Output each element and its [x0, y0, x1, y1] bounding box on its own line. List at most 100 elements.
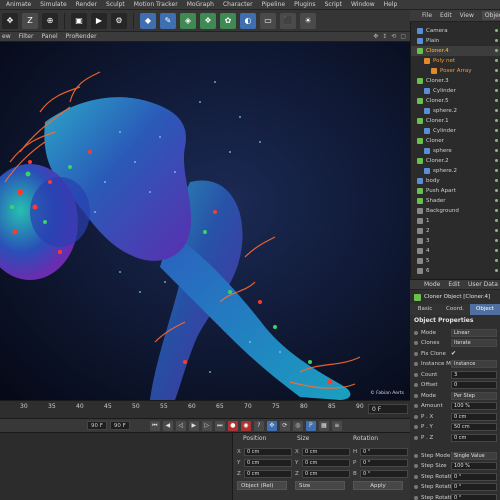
object-list-item[interactable]: Cloner.4 — [411, 46, 500, 56]
subdivision-surface-icon[interactable]: ◈ — [180, 12, 196, 29]
animate-key-icon[interactable] — [414, 425, 418, 429]
visibility-dot-icon[interactable] — [495, 79, 498, 82]
object-list-item[interactable]: 6 — [411, 266, 500, 276]
menu-motion-tracker[interactable]: Motion Tracker — [134, 1, 178, 8]
apply-button[interactable]: Apply — [353, 481, 403, 490]
rotate-icon[interactable]: ⟲ — [391, 33, 396, 40]
object-list-item[interactable]: sphere — [411, 146, 500, 156]
attribute-dropdown[interactable]: Linear — [451, 328, 497, 337]
menu-character[interactable]: Character — [223, 1, 253, 8]
pan-icon[interactable]: ✥ — [373, 33, 378, 40]
goto-end-icon[interactable]: ⏭ — [214, 420, 225, 431]
visibility-dot-icon[interactable] — [495, 239, 498, 242]
attribute-field[interactable]: 0 ° — [451, 493, 497, 500]
rotation-h-field[interactable]: 0 ° — [360, 447, 408, 456]
rotation-p-field[interactable]: 0 ° — [360, 458, 408, 467]
object-list-item[interactable]: Push Apart — [411, 186, 500, 196]
visibility-dot-icon[interactable] — [495, 169, 498, 172]
viewport-menu-filter[interactable]: Filter — [19, 33, 34, 40]
attribute-dropdown[interactable]: Single Value — [451, 451, 497, 460]
object-list-item[interactable]: Poly net — [411, 56, 500, 66]
object-list-item[interactable]: Cloner — [411, 136, 500, 146]
world-coordinates-icon[interactable]: ⊕ — [42, 12, 58, 29]
menu-help[interactable]: Help — [384, 1, 398, 8]
visibility-dot-icon[interactable] — [495, 209, 498, 212]
menu-simulate[interactable]: Simulate — [40, 1, 67, 8]
object-list-item[interactable]: body — [411, 176, 500, 186]
timeline-menu-icon[interactable]: ≡ — [331, 420, 342, 431]
goto-start-icon[interactable]: ⏮ — [149, 420, 160, 431]
object-list-item[interactable]: Cylinder — [411, 86, 500, 96]
z-axis-lock-icon[interactable]: Z — [22, 12, 38, 29]
mograph-cloner-icon[interactable]: ✿ — [220, 12, 236, 29]
visibility-dot-icon[interactable] — [495, 229, 498, 232]
objects-menu-view[interactable]: View — [460, 12, 474, 19]
visibility-dot-icon[interactable] — [495, 59, 498, 62]
autokey-icon[interactable]: ◉ — [240, 420, 251, 431]
next-key-icon[interactable]: ▷ — [201, 420, 212, 431]
move-key-icon[interactable]: ✥ — [266, 420, 277, 431]
size-z-field[interactable]: 0 cm — [302, 469, 350, 478]
visibility-dot-icon[interactable] — [495, 249, 498, 252]
visibility-dot-icon[interactable] — [495, 219, 498, 222]
deformer-icon[interactable]: ◐ — [240, 12, 256, 29]
menu-window[interactable]: Window — [351, 1, 375, 8]
object-list-item[interactable]: Cloner.5 — [411, 96, 500, 106]
viewport-menu-prorender[interactable]: ProRender — [66, 33, 97, 40]
object-list-item[interactable]: Poser Array — [411, 66, 500, 76]
array-generator-icon[interactable]: ❖ — [200, 12, 216, 29]
visibility-dot-icon[interactable] — [495, 259, 498, 262]
end-frame-field[interactable]: 90 F — [109, 421, 130, 430]
object-list-item[interactable]: 2 — [411, 226, 500, 236]
size-x-field[interactable]: 0 cm — [302, 447, 350, 456]
spline-pen-icon[interactable]: ✎ — [160, 12, 176, 29]
object-list-item[interactable]: Cloner.2 — [411, 156, 500, 166]
visibility-dot-icon[interactable] — [495, 99, 498, 102]
attribute-field[interactable]: 0 ° — [451, 472, 497, 481]
animate-key-icon[interactable] — [414, 414, 418, 419]
animate-key-icon[interactable] — [414, 372, 418, 377]
visibility-dot-icon[interactable] — [495, 149, 498, 152]
render-view-icon[interactable]: ▣ — [71, 12, 87, 29]
coords-mode-dropdown[interactable]: Object (Rel) — [237, 481, 287, 490]
attribute-checkbox[interactable]: ✔ — [451, 350, 456, 357]
object-list-item[interactable]: 3 — [411, 236, 500, 246]
param-key-icon[interactable]: P — [305, 420, 316, 431]
play-reverse-icon[interactable]: ◁ — [175, 420, 186, 431]
menu-animate[interactable]: Animate — [6, 1, 31, 8]
animate-key-icon[interactable] — [414, 435, 418, 440]
position-y-field[interactable]: 0 cm — [244, 458, 292, 467]
attribute-field[interactable]: 100 % — [451, 462, 497, 470]
current-frame-field[interactable]: 0 F — [368, 404, 408, 414]
start-frame-field[interactable]: 90 F — [87, 421, 107, 430]
object-list-item[interactable]: Cloner.1 — [411, 116, 500, 126]
animate-key-icon[interactable] — [414, 362, 418, 366]
camera-icon[interactable]: ⬛ — [280, 12, 296, 29]
visibility-dot-icon[interactable] — [495, 69, 498, 72]
animate-key-icon[interactable] — [414, 383, 418, 387]
visibility-dot-icon[interactable] — [495, 269, 498, 272]
viewport-menu-panel[interactable]: Panel — [41, 33, 57, 40]
record-icon[interactable]: ● — [227, 420, 238, 431]
object-list-item[interactable]: 4 — [411, 246, 500, 256]
attr-menu-userdata[interactable]: User Data — [468, 281, 498, 288]
object-list-item[interactable]: 5 — [411, 256, 500, 266]
object-list-item[interactable]: Plain — [411, 36, 500, 46]
object-list-item[interactable]: Background — [411, 206, 500, 216]
attribute-field[interactable]: 50 cm — [451, 423, 497, 431]
animate-key-icon[interactable] — [414, 485, 418, 489]
rotate-key-icon[interactable]: ⟳ — [279, 420, 290, 431]
play-icon[interactable]: ▶ — [188, 420, 199, 431]
scale-key-icon[interactable]: ◎ — [292, 420, 303, 431]
light-icon[interactable]: ☀ — [300, 12, 316, 29]
attribute-dropdown[interactable]: Instance — [451, 360, 497, 368]
attribute-field[interactable]: 0 ° — [451, 483, 497, 491]
position-x-field[interactable]: 0 cm — [244, 447, 292, 456]
cube-primitive-icon[interactable]: ◆ — [140, 12, 156, 29]
animate-key-icon[interactable] — [414, 351, 418, 356]
viewport-menu-view[interactable]: ew — [2, 33, 11, 40]
move-tool-icon[interactable]: ✥ — [2, 12, 18, 29]
render-picture-viewer-icon[interactable]: ▶ — [91, 12, 107, 29]
animate-key-icon[interactable] — [414, 453, 418, 458]
tab-coord[interactable]: Coord. — [440, 304, 470, 315]
